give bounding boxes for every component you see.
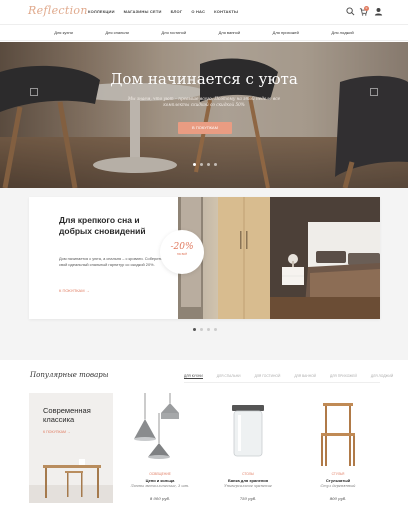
promo-shop-link[interactable]: К ПОКУПКАМ →	[59, 288, 90, 293]
product-name: Цепи и кольца	[145, 478, 175, 483]
hero-overlay	[0, 42, 408, 188]
product-card[interactable]: СТОЛЫ Банка для хранения Универсальное х…	[209, 393, 287, 510]
product-category: ОСВЕЩЕНИЕ	[149, 472, 171, 476]
promo-dot[interactable]	[200, 328, 203, 331]
product-name: Банка для хранения	[227, 478, 269, 483]
nav-contacts[interactable]: КОНТАКТЫ	[214, 9, 238, 14]
product-price: 750 руб.	[239, 496, 257, 501]
hero-dot[interactable]	[193, 163, 196, 166]
bedroom-photo	[178, 197, 380, 319]
pendant-lamps-image	[134, 393, 179, 459]
tab-living[interactable]: ДЛЯ ГОСТИНОЙ	[255, 374, 281, 379]
product-name: Стульчатый	[325, 478, 351, 483]
nav-collections[interactable]: КОЛЛЕКЦИИ	[88, 9, 115, 14]
hero-dot[interactable]	[200, 163, 203, 166]
category-hallway[interactable]: Для прихожей	[273, 30, 299, 35]
logo[interactable]: Reflection	[28, 4, 88, 17]
product-description: Лампы металлические, 3 шт.	[130, 484, 190, 488]
popular-tabs: ДЛЯ КУХНИ ДЛЯ СПАЛЬНИ ДЛЯ ГОСТИНОЙ ДЛЯ В…	[184, 374, 393, 379]
user-icon[interactable]	[374, 7, 383, 16]
wooden-chair-image	[321, 403, 355, 466]
product-price: 800 руб.	[329, 496, 347, 501]
product-category: СТУЛЬЯ	[331, 472, 345, 476]
tab-bathroom[interactable]: ДЛЯ ВАННОЙ	[294, 374, 316, 379]
category-living[interactable]: Для гостиной	[161, 30, 186, 35]
discount-value: -20%	[170, 242, 194, 252]
hero-pagination	[193, 163, 217, 166]
hero-title: Дом начинается с уюта	[110, 70, 298, 88]
discount-badge: -20% на всё	[160, 230, 204, 274]
search-icon[interactable]	[346, 7, 355, 16]
hero-prev-arrow[interactable]	[30, 88, 38, 96]
feature-link-label: К ПОКУПКАМ	[43, 430, 66, 434]
nav-stores[interactable]: МАГАЗИНЫ СЕТИ	[124, 9, 162, 14]
popular-title: Популярные товары	[30, 371, 109, 379]
site-header: Reflection КОЛЛЕКЦИИ МАГАЗИНЫ СЕТИ БЛОГ …	[0, 0, 408, 24]
promo-dot[interactable]	[193, 328, 196, 331]
promo-dot[interactable]	[214, 328, 217, 331]
category-bedroom[interactable]: Для спальни	[105, 30, 129, 35]
category-loggia[interactable]: Для лоджий	[331, 30, 353, 35]
hero-slider: Дом начинается с уюта Мы знаем, что уют …	[0, 42, 408, 188]
category-bathroom[interactable]: Для ванной	[219, 30, 241, 35]
product-card[interactable]: СТУЛЬЯ Стульчатый Стул деревянный 800 ру…	[299, 393, 377, 510]
category-bar: Для кухни Для спальни Для гостиной Для в…	[0, 24, 408, 41]
product-category: СТОЛЫ	[242, 472, 254, 476]
product-price: 8 000 руб.	[149, 496, 171, 501]
promo-pagination	[193, 328, 217, 331]
product-description: Универсальное хранение	[224, 484, 272, 488]
nav-blog[interactable]: БЛОГ	[171, 9, 183, 14]
hero-dot[interactable]	[214, 163, 217, 166]
top-nav: КОЛЛЕКЦИИ МАГАЗИНЫ СЕТИ БЛОГ О НАС КОНТА…	[88, 9, 238, 14]
product-description: Стул деревянный	[320, 484, 356, 488]
promo-link-label: К ПОКУПКАМ	[59, 288, 85, 293]
hero-shop-button[interactable]: В ПОКУПКАМ	[178, 122, 232, 134]
tab-kitchen[interactable]: ДЛЯ КУХНИ	[184, 374, 203, 379]
feature-shop-link[interactable]: К ПОКУПКАМ →	[43, 430, 71, 434]
category-kitchen[interactable]: Для кухни	[54, 30, 73, 35]
arrow-right-icon: →	[66, 430, 71, 434]
promo-title: Для крепкого сна и добрых сновидений	[59, 215, 146, 236]
tabs-divider	[184, 382, 380, 383]
tab-hallway[interactable]: ДЛЯ ПРИХОЖЕЙ	[330, 374, 357, 379]
storage-jar-image	[232, 405, 264, 457]
bedroom-illustration	[178, 197, 380, 319]
hero-next-arrow[interactable]	[370, 88, 378, 96]
discount-caption: на всё	[176, 252, 188, 256]
tab-loggia[interactable]: ДЛЯ ЛОДЖИЙ	[371, 374, 393, 379]
cart-count-badge: 0	[364, 6, 369, 11]
feature-title: Современная классика	[43, 406, 91, 424]
tab-bedroom[interactable]: ДЛЯ СПАЛЬНИ	[217, 374, 241, 379]
nav-about[interactable]: О НАС	[191, 9, 205, 14]
promo-text: Дом начинается с уюта, а спальня – с кро…	[59, 256, 163, 267]
arrow-right-icon: →	[85, 288, 90, 293]
hero-subtitle: Мы знаем, что уют – превыше всего. Поэто…	[127, 96, 281, 107]
hero-dot[interactable]	[207, 163, 210, 166]
product-card[interactable]: ОСВЕЩЕНИЕ Цепи и кольца Лампы металличес…	[121, 393, 199, 510]
promo-dot[interactable]	[207, 328, 210, 331]
